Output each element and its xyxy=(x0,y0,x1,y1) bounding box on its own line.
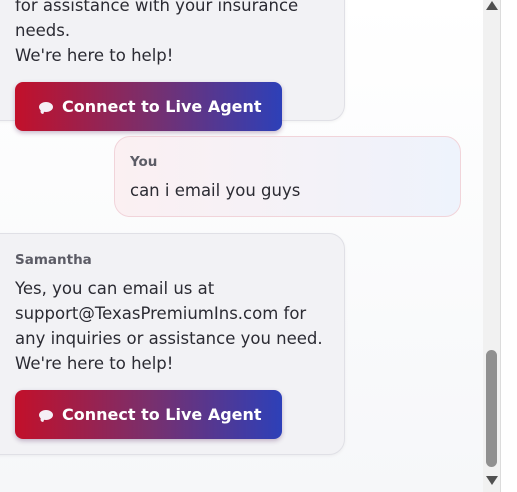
message-text: for assistance with your insurance needs… xyxy=(15,0,332,68)
scroll-up-arrow-icon[interactable] xyxy=(486,1,498,10)
chat-bubble-icon xyxy=(39,409,53,420)
agent-message: for assistance with your insurance needs… xyxy=(0,0,345,131)
message-line: We're here to help! xyxy=(15,46,174,65)
chat-transcript: for assistance with your insurance needs… xyxy=(0,0,483,492)
vertical-scrollbar[interactable] xyxy=(483,0,500,492)
scrollbar-thumb[interactable] xyxy=(486,350,497,467)
window-edge xyxy=(500,0,517,492)
chat-bubble-icon xyxy=(39,101,53,112)
button-label: Connect to Live Agent xyxy=(62,97,262,116)
message-line: for assistance with your insurance needs… xyxy=(15,0,299,40)
connect-live-agent-button[interactable]: Connect to Live Agent xyxy=(15,82,282,131)
user-message: You can i email you guys xyxy=(114,136,461,217)
message-sender: You xyxy=(130,154,158,170)
button-label: Connect to Live Agent xyxy=(62,405,262,424)
agent-message: Samantha Yes, you can email us at suppor… xyxy=(0,233,345,455)
connect-live-agent-button[interactable]: Connect to Live Agent xyxy=(15,390,282,439)
message-text: can i email you guys xyxy=(130,181,301,200)
message-text: Yes, you can email us at support@TexasPr… xyxy=(15,279,323,373)
scroll-down-arrow-icon[interactable] xyxy=(486,476,498,485)
message-sender: Samantha xyxy=(15,252,92,268)
